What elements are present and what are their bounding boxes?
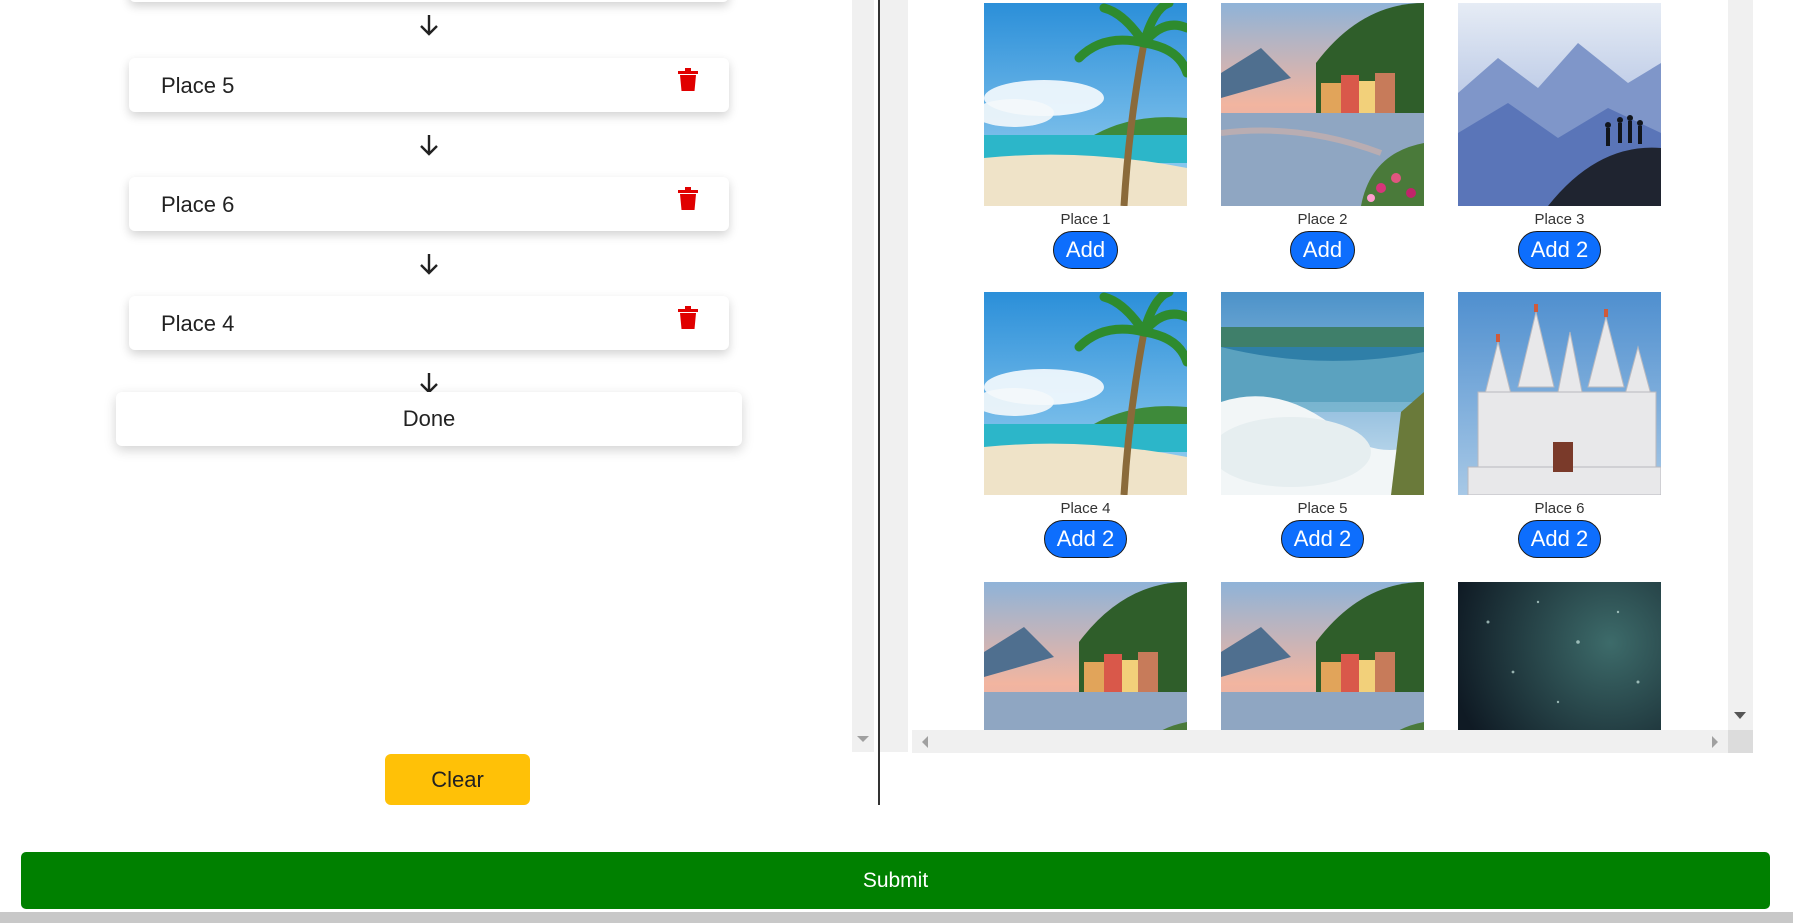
place-image-temple — [1458, 292, 1661, 495]
place-name: Place 1 — [1060, 211, 1111, 228]
trash-icon[interactable] — [677, 68, 699, 92]
scrollbar-corner — [1728, 730, 1753, 753]
place-card: Place 1 Add — [984, 3, 1187, 269]
gallery-left-gutter — [880, 0, 908, 752]
place-card: Place 2 Add — [1221, 3, 1424, 269]
scroll-down-icon[interactable] — [1734, 712, 1746, 719]
place-image-waterfall — [1221, 292, 1424, 495]
arrow-down-icon — [420, 15, 438, 36]
place-name: Place 4 — [1060, 500, 1111, 517]
gallery-horizontal-scrollbar[interactable] — [912, 730, 1728, 753]
places-gallery: Place 1 Add Place 2 Add Place 3 Add 2 Pl… — [912, 0, 1728, 730]
arrow-down-icon — [420, 254, 438, 275]
add-place-button[interactable]: Add — [1052, 231, 1119, 269]
add-place-button[interactable]: Add — [1289, 231, 1356, 269]
done-button[interactable]: Done — [116, 392, 742, 446]
submit-button[interactable]: Submit — [21, 852, 1770, 909]
place-name: Place 5 — [1297, 500, 1348, 517]
add-place-button[interactable]: Add 2 — [1043, 520, 1128, 558]
scroll-left-icon[interactable] — [922, 736, 928, 748]
itinerary-stop[interactable]: Place 4 — [129, 296, 729, 350]
place-image-night-sky — [1458, 582, 1661, 730]
trash-icon[interactable] — [677, 187, 699, 211]
place-name: Place 3 — [1534, 211, 1585, 228]
page-horizontal-scrollbar[interactable] — [0, 912, 1793, 923]
itinerary-scrollbar[interactable] — [852, 0, 874, 752]
place-name: Place 2 — [1297, 211, 1348, 228]
add-place-button[interactable]: Add 2 — [1517, 520, 1602, 558]
place-image-mountain-hikers — [1458, 3, 1661, 206]
place-image-beach — [984, 3, 1187, 206]
itinerary-stop-label: Place 4 — [161, 311, 235, 336]
itinerary-stop[interactable]: Place 6 — [129, 177, 729, 231]
place-card: Place 4 Add 2 — [984, 292, 1187, 558]
itinerary-card-partial — [129, 0, 729, 2]
place-image-lake-town — [1221, 3, 1424, 206]
arrow-down-icon — [420, 135, 438, 156]
scroll-right-icon[interactable] — [1712, 736, 1718, 748]
place-card: Place 6 Add 2 — [1458, 292, 1661, 558]
place-card: Place 3 Add 2 — [1458, 3, 1661, 269]
itinerary-stop[interactable]: Place 5 — [129, 58, 729, 112]
place-name: Place 6 — [1534, 500, 1585, 517]
add-place-button[interactable]: Add 2 — [1517, 231, 1602, 269]
trash-icon[interactable] — [677, 306, 699, 330]
itinerary-stop-label: Place 5 — [161, 73, 235, 98]
itinerary-stop-label: Place 6 — [161, 192, 235, 217]
place-card — [984, 582, 1187, 730]
place-card — [1458, 582, 1661, 730]
place-card — [1221, 582, 1424, 730]
place-image-lake-town — [1221, 582, 1424, 730]
place-image-lake-town — [984, 582, 1187, 730]
clear-button[interactable]: Clear — [385, 754, 530, 805]
add-place-button[interactable]: Add 2 — [1280, 520, 1365, 558]
gallery-vertical-scrollbar[interactable] — [1728, 0, 1753, 730]
scroll-down-icon[interactable] — [857, 736, 869, 742]
place-card: Place 5 Add 2 — [1221, 292, 1424, 558]
place-image-beach — [984, 292, 1187, 495]
